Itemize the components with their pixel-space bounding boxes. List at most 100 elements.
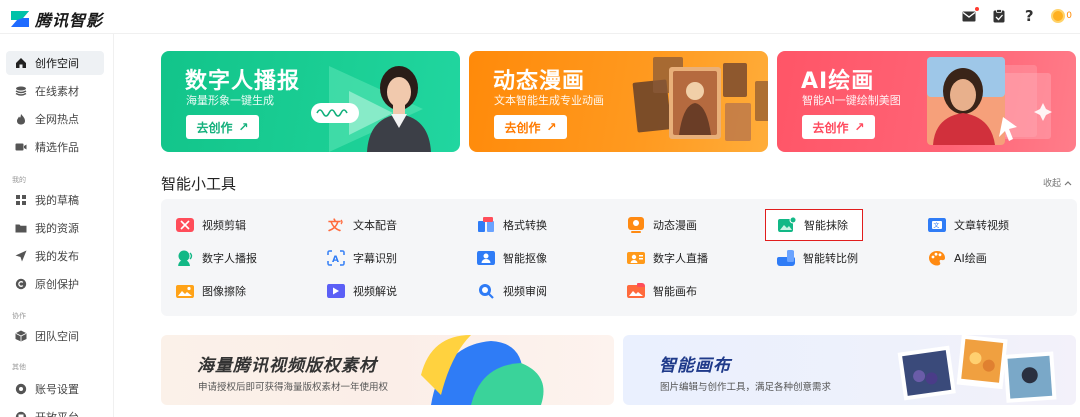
- sidebar-item-published[interactable]: 我的发布: [6, 244, 104, 268]
- subtitle-icon: A: [327, 250, 345, 266]
- sidebar-item-copyright-protection[interactable]: 原创保护: [6, 272, 104, 296]
- layers-icon: [15, 86, 27, 96]
- send-icon: [15, 250, 27, 262]
- video-icon: [15, 143, 27, 151]
- platform-icon: [15, 411, 27, 417]
- tool-label: 智能转比例: [803, 252, 858, 265]
- erase-icon: [778, 217, 796, 232]
- photo-collage-image: [897, 335, 1057, 403]
- tool-label: 智能抠像: [503, 252, 547, 265]
- arrow-up-right-icon: ↗: [854, 120, 865, 134]
- tool-image-erase[interactable]: 图像擦除: [176, 280, 246, 302]
- logo-icon: [11, 11, 29, 27]
- sidebar-item-label: 我的资源: [35, 222, 79, 235]
- sidebar-section-other: 其他: [12, 363, 26, 371]
- mail-icon[interactable]: [961, 7, 980, 24]
- tool-digital-human[interactable]: 数字人播报: [176, 247, 257, 269]
- tool-label: 视频剪辑: [202, 219, 246, 232]
- go-create-button[interactable]: 去创作 ↗: [802, 115, 875, 139]
- cube-icon: [15, 330, 27, 342]
- sidebar-item-label: 账号设置: [35, 383, 79, 396]
- banner-ai-painting[interactable]: AI绘画 智能AI一键绘制美图 去创作 ↗: [777, 51, 1076, 152]
- digital-human-icon: [178, 250, 193, 266]
- collapse-button[interactable]: 收起: [1043, 176, 1072, 189]
- banner-subtitle: 申请授权后即可获得海量版权素材一年使用权: [198, 382, 389, 393]
- clipboard-icon[interactable]: [991, 8, 1007, 24]
- tool-smart-matting[interactable]: 智能抠像: [477, 247, 547, 269]
- image-erase-icon: [176, 285, 194, 298]
- tool-dynamic-comic[interactable]: 动态漫画: [627, 214, 697, 236]
- tool-label: 视频审阅: [503, 285, 547, 298]
- ratio-icon: [777, 250, 795, 266]
- sidebar-item-label: 全网热点: [35, 113, 79, 126]
- tool-label: 智能画布: [653, 285, 697, 298]
- tool-smart-ratio[interactable]: 智能转比例: [777, 247, 858, 269]
- help-icon[interactable]: ?: [1021, 7, 1037, 25]
- banner-licensed-assets[interactable]: 海量腾讯视频版权素材 申请授权后即可获得海量版权素材一年使用权: [161, 335, 614, 405]
- svg-text:文: 文: [933, 222, 939, 230]
- narration-icon: [327, 284, 345, 298]
- tool-text-voice[interactable]: 文 文本配音: [327, 214, 397, 236]
- button-label: 去创作: [812, 120, 849, 135]
- tool-video-edit[interactable]: 视频剪辑: [176, 214, 246, 236]
- sidebar-item-online-assets[interactable]: 在线素材: [6, 79, 104, 103]
- tool-ai-painting[interactable]: AI绘画: [928, 247, 987, 269]
- flame-icon: [17, 114, 25, 125]
- button-label: 去创作: [504, 120, 541, 135]
- sidebar-item-open-platform[interactable]: 开放平台: [6, 405, 104, 417]
- palette-icon: [929, 251, 945, 266]
- go-create-button[interactable]: 去创作 ↗: [494, 115, 567, 139]
- ai-portrait-image: [927, 57, 1052, 145]
- banner-digital-human[interactable]: 数字人播报 海量形象一键生成 去创作 ↗: [161, 51, 460, 152]
- tool-label: 动态漫画: [653, 219, 697, 232]
- sidebar-item-label: 开放平台: [35, 409, 79, 417]
- sidebar-item-resources[interactable]: 我的资源: [6, 216, 104, 240]
- tool-digital-human-live[interactable]: 数字人直播: [627, 247, 708, 269]
- tool-video-narration[interactable]: 视频解说: [327, 280, 397, 302]
- sidebar-item-label: 在线素材: [35, 85, 79, 98]
- banner-dynamic-comic[interactable]: 动态漫画 文本智能生成专业动画 去创作 ↗: [469, 51, 768, 152]
- collapse-label: 收起: [1042, 179, 1061, 189]
- banner-subtitle: 智能AI一键绘制美图: [802, 94, 901, 107]
- go-create-button[interactable]: 去创作 ↗: [186, 115, 259, 139]
- sidebar-item-label: 创作空间: [35, 57, 79, 70]
- sidebar-item-team-space[interactable]: 团队空间: [6, 324, 104, 348]
- tool-label: 图像擦除: [202, 285, 246, 298]
- coin-balance[interactable]: 0: [1051, 9, 1072, 23]
- canvas-icon: [627, 283, 645, 298]
- banner-smart-canvas[interactable]: 智能画布 图片编辑与创作工具，满足各种创意需求: [623, 335, 1076, 405]
- banner-title: AI绘画: [801, 69, 875, 94]
- live-icon: [627, 252, 645, 264]
- app-logo[interactable]: 腾讯智影: [10, 7, 103, 31]
- sidebar-item-featured-works[interactable]: 精选作品: [6, 135, 104, 159]
- sidebar-section-collab: 协作: [12, 312, 26, 320]
- sidebar-item-drafts[interactable]: 我的草稿: [6, 188, 104, 212]
- tool-label: 字幕识别: [353, 252, 397, 265]
- video-edit-icon: [176, 218, 194, 232]
- home-icon: [16, 58, 26, 68]
- tool-label: AI绘画: [954, 252, 987, 265]
- sidebar-item-label: 我的草稿: [35, 194, 79, 207]
- tool-label: 文章转视频: [954, 219, 1009, 232]
- review-icon: [479, 284, 494, 299]
- tool-label: 视频解说: [353, 285, 397, 298]
- sidebar: 创作空间 在线素材 全网热点 精选作品 我的 我的草稿 我的资源 我的发布 原创…: [0, 34, 114, 417]
- tool-format-convert[interactable]: 格式转换: [477, 214, 547, 236]
- sidebar-item-hot-topics[interactable]: 全网热点: [6, 107, 104, 131]
- banner-decoration: [421, 335, 544, 405]
- banner-subtitle: 海量形象一键生成: [186, 94, 274, 107]
- sidebar-item-creation-space[interactable]: 创作空间: [6, 51, 104, 75]
- grid-icon: [16, 195, 26, 205]
- tool-subtitle-recognition[interactable]: A 字幕识别: [327, 247, 397, 269]
- tool-smart-erase[interactable]: 智能抹除: [765, 209, 863, 241]
- tool-video-review[interactable]: 视频审阅: [477, 280, 547, 302]
- sidebar-section-mine: 我的: [12, 176, 26, 184]
- tool-label: 数字人直播: [653, 252, 708, 265]
- svg-text:文: 文: [328, 218, 342, 233]
- tool-article-to-video[interactable]: 文 文章转视频: [928, 214, 1009, 236]
- top-bar: 腾讯智影 ? 0: [0, 0, 1080, 34]
- sidebar-item-label: 精选作品: [35, 141, 79, 154]
- gear-icon: [15, 383, 27, 395]
- tool-smart-canvas[interactable]: 智能画布: [627, 280, 697, 302]
- sidebar-item-account-settings[interactable]: 账号设置: [6, 377, 104, 401]
